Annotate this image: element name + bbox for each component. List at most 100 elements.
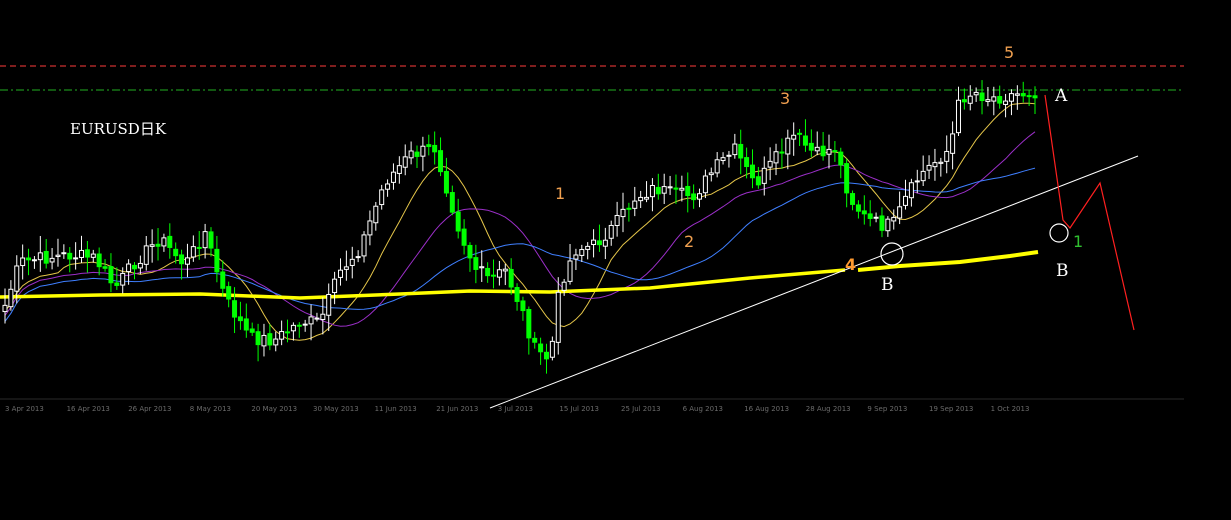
candle-body bbox=[290, 324, 296, 332]
candle bbox=[914, 169, 920, 194]
candle-body bbox=[761, 167, 767, 184]
candle-body bbox=[379, 189, 385, 206]
candle bbox=[1003, 93, 1009, 118]
candle bbox=[591, 229, 597, 258]
candle-body bbox=[638, 196, 644, 202]
candle bbox=[255, 323, 261, 362]
candle-body bbox=[767, 160, 773, 168]
candle bbox=[473, 244, 479, 284]
candle bbox=[249, 322, 255, 337]
candle-body bbox=[20, 257, 26, 267]
candle-body bbox=[396, 165, 402, 174]
candle-body bbox=[891, 216, 897, 222]
candle-body bbox=[938, 161, 944, 164]
candle-body bbox=[496, 269, 502, 278]
candle bbox=[844, 158, 850, 208]
candle-body bbox=[31, 259, 37, 262]
candle-body bbox=[149, 244, 155, 247]
candle-body bbox=[561, 281, 567, 291]
candle-body bbox=[296, 324, 302, 327]
candle-body bbox=[903, 195, 909, 206]
candle bbox=[349, 246, 355, 279]
candle-body bbox=[255, 331, 261, 346]
candle bbox=[449, 185, 455, 216]
circle-marker-b bbox=[880, 242, 904, 266]
candle-body bbox=[461, 228, 467, 246]
candle bbox=[243, 303, 249, 338]
candle-body bbox=[1032, 95, 1038, 99]
candle bbox=[49, 248, 55, 270]
candle bbox=[885, 216, 891, 237]
candle bbox=[379, 184, 385, 210]
candle-body bbox=[220, 271, 226, 289]
candle bbox=[102, 259, 108, 272]
candle bbox=[373, 201, 379, 231]
candle bbox=[485, 262, 491, 283]
candle bbox=[2, 288, 8, 324]
candle-body bbox=[879, 215, 885, 231]
candle bbox=[226, 281, 232, 308]
x-tick-label: 3 Jul 2013 bbox=[498, 405, 533, 413]
candle-body bbox=[84, 249, 90, 258]
candle-body bbox=[361, 234, 367, 257]
candle bbox=[797, 128, 803, 147]
candle bbox=[861, 195, 867, 225]
candle-body bbox=[908, 182, 914, 199]
candle-body bbox=[508, 268, 514, 288]
candle-body bbox=[502, 268, 508, 272]
candle bbox=[726, 150, 732, 168]
candle bbox=[496, 260, 502, 286]
candle bbox=[467, 242, 473, 272]
candle-body bbox=[867, 213, 873, 219]
candle-body bbox=[532, 337, 538, 343]
candle-body bbox=[738, 143, 744, 159]
candle-body bbox=[226, 286, 232, 300]
candle bbox=[432, 131, 438, 165]
candle bbox=[37, 235, 43, 272]
candle-body bbox=[549, 340, 555, 358]
candle-body bbox=[655, 186, 661, 195]
candle bbox=[879, 207, 885, 238]
candle bbox=[455, 198, 461, 239]
candle-body bbox=[626, 207, 632, 210]
candle-body bbox=[997, 96, 1003, 104]
candle bbox=[1020, 81, 1026, 103]
candle-body bbox=[632, 200, 638, 209]
candle bbox=[791, 122, 797, 156]
candle bbox=[402, 144, 408, 176]
candle bbox=[655, 173, 661, 200]
candle bbox=[691, 184, 697, 209]
candle-body bbox=[773, 151, 779, 164]
candle bbox=[602, 227, 608, 260]
x-tick-label: 9 Sep 2013 bbox=[867, 405, 907, 413]
candle bbox=[608, 220, 614, 246]
candle-body bbox=[2, 304, 8, 313]
candle bbox=[908, 178, 914, 207]
candle-body bbox=[932, 162, 938, 168]
candle-body bbox=[785, 137, 791, 155]
candle bbox=[1008, 89, 1014, 116]
candle-body bbox=[973, 91, 979, 96]
candle bbox=[143, 235, 149, 271]
candle bbox=[108, 253, 114, 293]
candle bbox=[290, 322, 296, 341]
candle bbox=[832, 141, 838, 162]
candle-body bbox=[332, 278, 338, 294]
candle-body bbox=[432, 144, 438, 153]
candle bbox=[320, 297, 326, 335]
candle bbox=[179, 249, 185, 280]
x-tick-label: 6 Aug 2013 bbox=[683, 405, 723, 413]
candle-body bbox=[1008, 93, 1014, 102]
candle bbox=[96, 247, 102, 276]
candle-body bbox=[485, 267, 491, 277]
candle bbox=[579, 244, 585, 262]
candle-body bbox=[832, 150, 838, 153]
candle-body bbox=[237, 316, 243, 322]
candle bbox=[61, 244, 67, 259]
candle-body bbox=[491, 274, 497, 277]
x-tick-label: 25 Jul 2013 bbox=[621, 405, 661, 413]
candle bbox=[408, 141, 414, 165]
candle-body bbox=[514, 287, 520, 302]
candle bbox=[920, 155, 926, 186]
candle bbox=[802, 119, 808, 152]
